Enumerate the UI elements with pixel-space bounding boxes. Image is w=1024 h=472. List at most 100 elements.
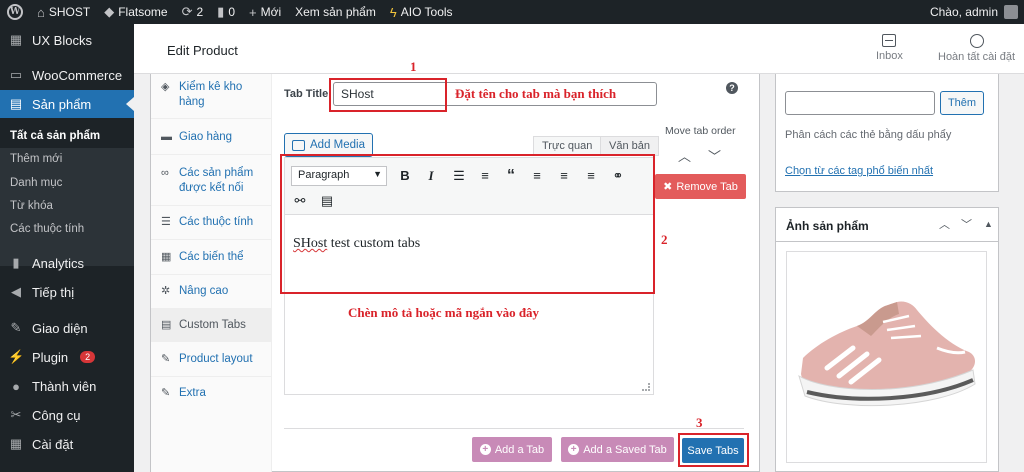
inbox-icon — [882, 34, 897, 47]
product-image-panel: Ảnh sản phẩm ︿ ﹀ ▲ — [775, 207, 999, 472]
ptab-variations[interactable]: ▦ Các biến thể — [151, 250, 271, 265]
add-tag-button[interactable]: Thêm — [940, 91, 984, 115]
help-icon[interactable]: ? — [726, 82, 738, 94]
plugin-update-badge: 2 — [80, 351, 96, 363]
megaphone-icon: ◀ — [11, 284, 21, 299]
plus-icon: + — [568, 444, 580, 455]
lightning-icon: ϟ — [389, 4, 397, 20]
toggle-panel-icon[interactable]: ▲ — [984, 219, 993, 229]
wrench-icon: ✂ — [10, 407, 22, 422]
home-icon: ⌂ — [37, 4, 45, 20]
wrench-icon: ✎ — [161, 387, 171, 399]
brush-icon: ✎ — [10, 320, 22, 335]
ptab-product-layout[interactable]: ✎ Product layout — [151, 352, 271, 367]
submenu-categories[interactable]: Danh mục — [10, 177, 62, 189]
add-tab-button[interactable]: + Add a Tab — [472, 437, 552, 462]
sneaker-image — [798, 301, 976, 407]
site-name-link[interactable]: ⌂ SHOST — [30, 0, 97, 24]
close-icon: ✖ — [663, 181, 673, 193]
ptab-advanced[interactable]: ✲ Nâng cao — [151, 284, 271, 299]
product-image-title: Ảnh sản phẩm — [786, 219, 869, 233]
wrench-icon: ✎ — [161, 353, 171, 365]
chevron-down-icon[interactable]: ﹀ — [961, 216, 972, 232]
submenu-attributes[interactable]: Các thuộc tính — [10, 223, 84, 235]
grid-icon: ▦ — [161, 251, 172, 263]
submenu-add-new[interactable]: Thêm mới — [10, 153, 62, 165]
sidebar-item-woocommerce[interactable]: ▭ WooCommerce — [0, 61, 134, 89]
add-saved-tab-button[interactable]: + Add a Saved Tab — [561, 437, 674, 462]
text-tab[interactable]: Văn bản — [600, 136, 659, 156]
sidebar-item-analytics[interactable]: ▮ Analytics — [0, 249, 134, 277]
refresh-icon: ⟳ — [181, 4, 193, 19]
move-tab-order-label: Move tab order — [665, 125, 736, 137]
sidebar-item-products[interactable]: ▤ Sản phẩm — [0, 90, 134, 118]
view-product-link[interactable]: Xem sản phẩm — [288, 0, 383, 24]
visual-tab[interactable]: Trực quan — [533, 136, 602, 156]
annotation-number-1: 1 — [410, 59, 417, 74]
remove-tab-button[interactable]: ✖ Remove Tab — [655, 174, 746, 199]
sidebar-item-plugins[interactable]: ⚡ Plugin 2 — [0, 343, 134, 371]
tabs-icon: ▤ — [161, 318, 172, 331]
list-icon: ☰ — [161, 216, 171, 228]
ptab-inventory[interactable]: ◈ Kiểm kê kho hàng — [151, 80, 271, 110]
annotation-text-1: Đặt tên cho tab mà bạn thích — [455, 86, 617, 101]
move-down-icon[interactable]: ﹀ — [708, 146, 721, 165]
aio-tools-link[interactable]: ϟ AIO Tools — [383, 0, 460, 24]
annotation-number-2: 2 — [661, 232, 668, 247]
blocks-icon: ▦ — [9, 32, 23, 47]
ptab-attributes[interactable]: ☰ Các thuộc tính — [151, 215, 271, 230]
submenu-all-products[interactable]: Tất cả sản phẩm — [10, 130, 100, 142]
move-up-icon[interactable]: ︿ — [678, 146, 691, 165]
chart-icon: ▮ — [12, 255, 20, 270]
sidebar-item-tools[interactable]: ✂ Công cụ — [0, 401, 134, 429]
plus-icon: + — [479, 444, 491, 455]
tags-hint: Phân cách các thẻ bằng dấu phẩy — [785, 129, 952, 141]
sidebar-item-marketing[interactable]: ◀ Tiếp thị — [0, 278, 134, 306]
resize-handle[interactable] — [642, 383, 650, 391]
theme-link[interactable]: ◆ Flatsome — [97, 0, 174, 24]
archive-icon: ▤ — [9, 96, 23, 111]
wordpress-icon: W — [7, 4, 23, 20]
annotation-text-2: Chèn mô tả hoặc mã ngắn vào đây — [348, 305, 540, 320]
link-icon: ∞ — [161, 167, 169, 179]
annotation-box-title — [329, 78, 447, 112]
truck-icon: ▬ — [161, 131, 172, 143]
inbox-button[interactable]: Inbox — [876, 34, 903, 62]
media-icon — [292, 139, 305, 151]
tags-input[interactable] — [785, 91, 935, 115]
ptab-extra[interactable]: ✎ Extra — [151, 386, 271, 401]
divider — [284, 428, 744, 429]
gear-icon: ✲ — [161, 285, 171, 297]
wp-logo-menu[interactable]: W — [0, 0, 30, 24]
product-data-tabs: ◈ Kiểm kê kho hàng ▬ Giao hàng ∞ Các sản ph… — [151, 74, 272, 472]
admin-sidebar: ▦ UX Blocks ▭ WooCommerce ▤ Sản phẩm Tất cả… — [0, 24, 134, 472]
tab-title-label: Tab Title — [284, 88, 329, 100]
annotation-box-save — [678, 433, 749, 467]
annotation-number-3: 3 — [696, 415, 703, 430]
woo-icon: ▭ — [9, 67, 23, 82]
sidebar-item-users[interactable]: ● Thành viên — [0, 372, 134, 400]
admin-bar: W ⌂ SHOST ◆ Flatsome ⟳ 2 ▮ 0 + Mới Xem sản ph… — [0, 0, 1024, 24]
inventory-icon: ◈ — [161, 81, 170, 93]
comment-icon: ▮ — [217, 4, 225, 19]
sidebar-item-ux-blocks[interactable]: ▦ UX Blocks — [0, 26, 134, 54]
circle-icon — [969, 34, 984, 48]
ptab-custom-tabs[interactable]: ▤ Custom Tabs — [151, 308, 271, 342]
comments-link[interactable]: ▮ 0 — [210, 0, 242, 24]
popular-tags-link[interactable]: Chọn từ các tag phổ biến nhất — [785, 165, 933, 177]
page-header: Edit Product Inbox Hoàn tất cài đặt — [134, 24, 1024, 74]
chevron-up-icon[interactable]: ︿ — [939, 216, 950, 232]
avatar[interactable] — [1004, 5, 1018, 19]
flatsome-icon: ◆ — [104, 4, 115, 19]
submenu-tags[interactable]: Từ khóa — [10, 200, 53, 212]
sidebar-item-settings[interactable]: ▦ Cài đặt — [0, 430, 134, 458]
settings-icon: ▦ — [9, 436, 23, 451]
ptab-shipping[interactable]: ▬ Giao hàng — [151, 130, 271, 145]
sidebar-item-appearance[interactable]: ✎ Giao diện — [0, 314, 134, 342]
new-content-link[interactable]: + Mới — [242, 0, 288, 24]
updates-link[interactable]: ⟳ 2 — [175, 0, 211, 24]
ptab-linked-products[interactable]: ∞ Các sản phẩm được kết nối — [151, 166, 271, 196]
setup-complete-button[interactable]: Hoàn tất cài đặt — [938, 34, 1015, 63]
user-icon: ● — [12, 378, 20, 394]
product-image[interactable] — [786, 251, 987, 463]
